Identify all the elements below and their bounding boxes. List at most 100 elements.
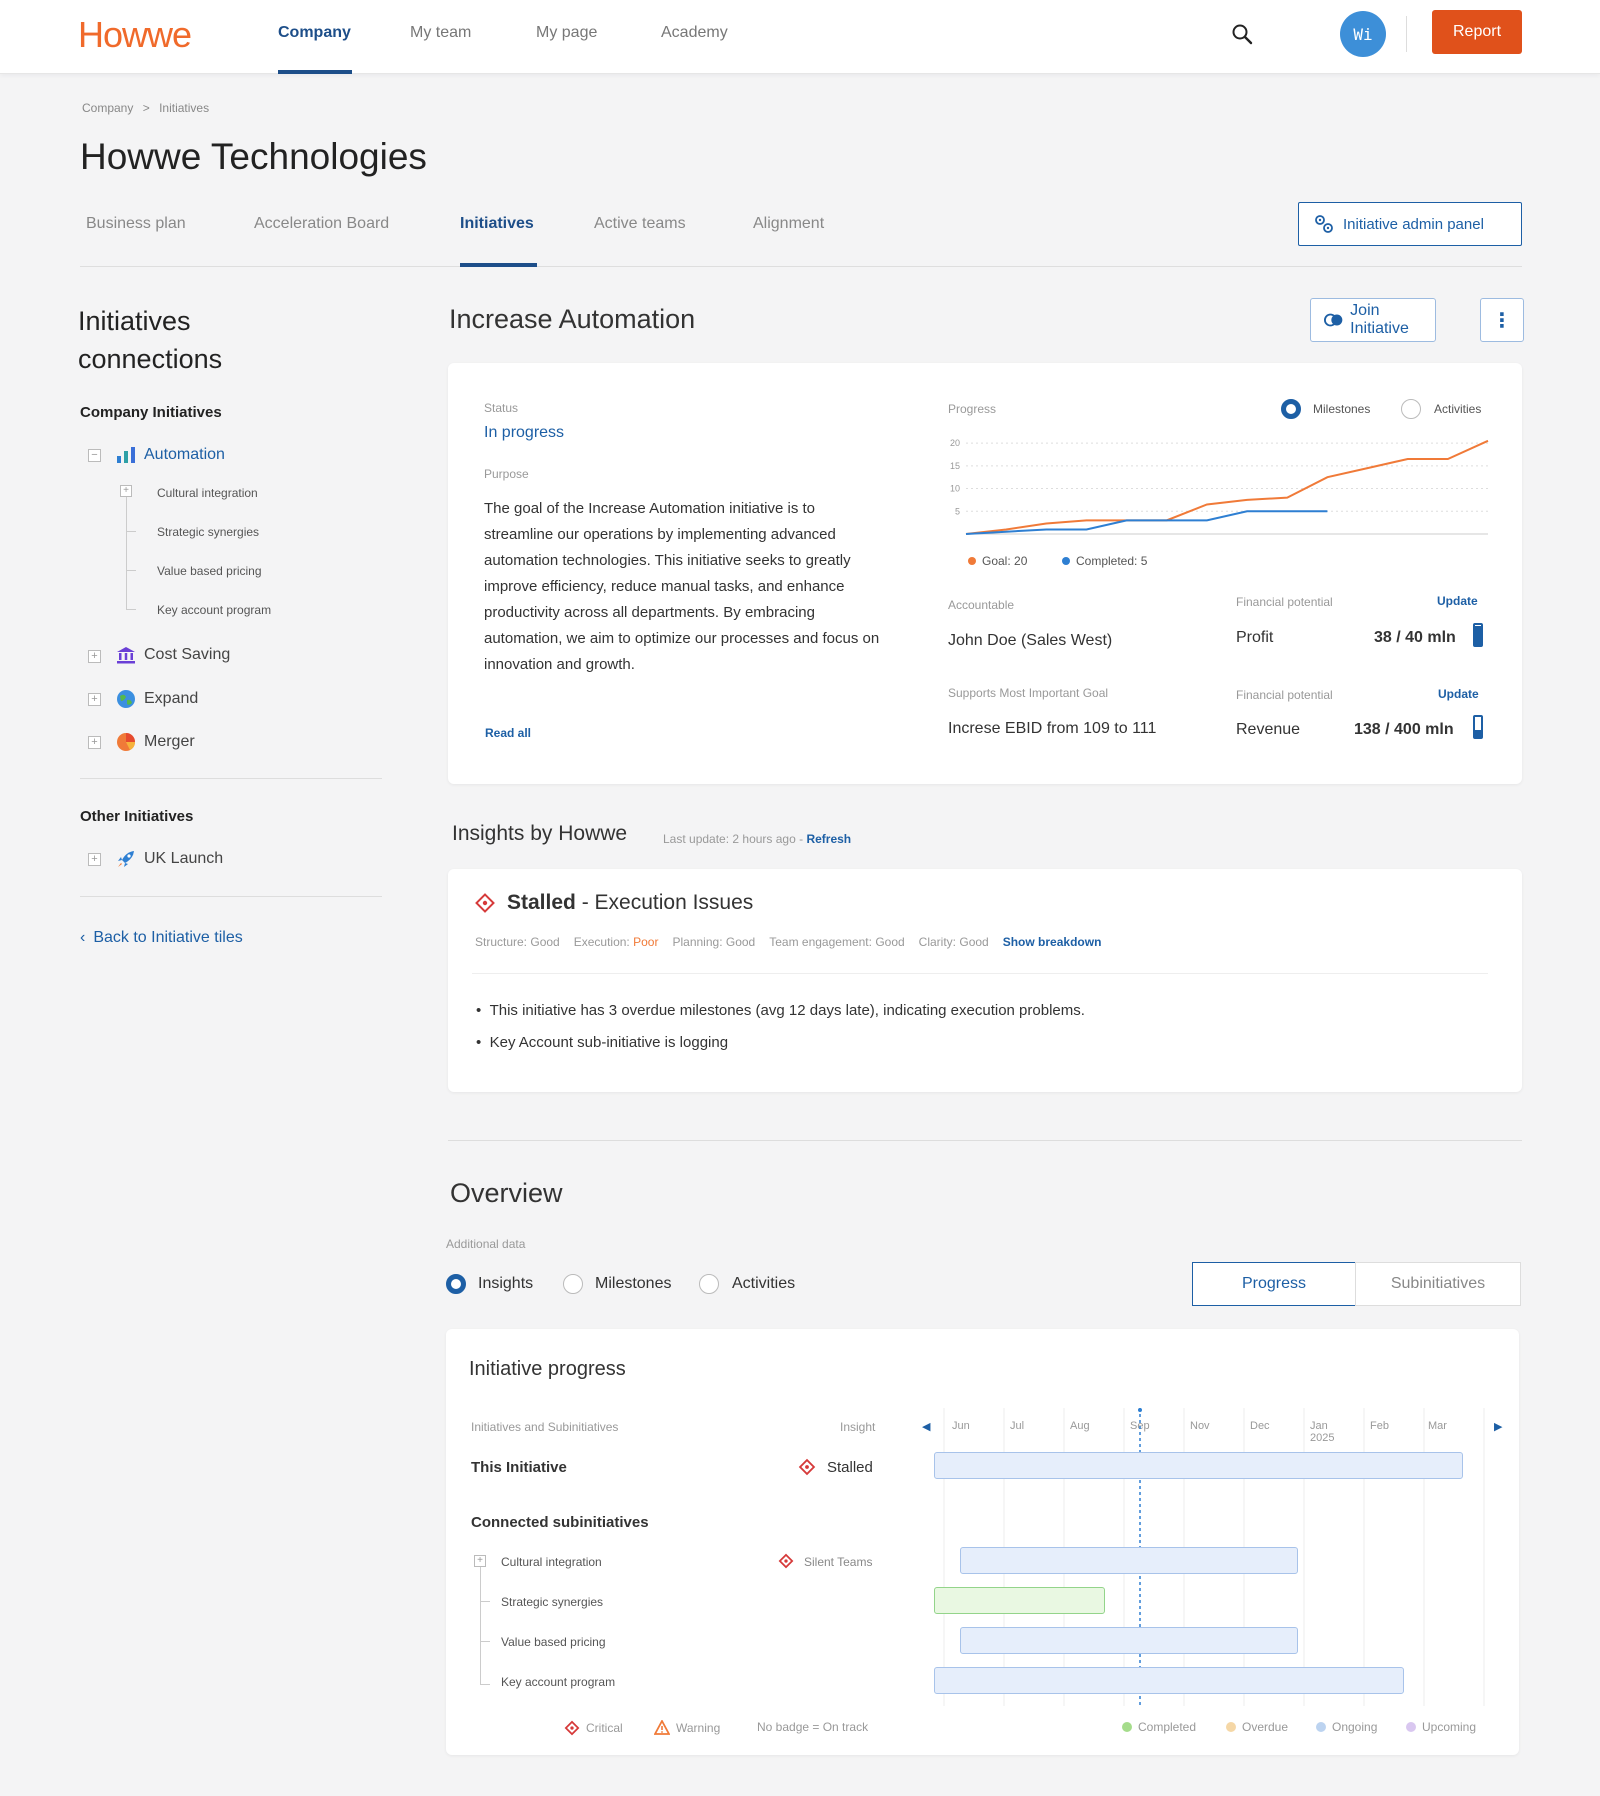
- refresh-link[interactable]: Refresh: [806, 832, 851, 846]
- tree-toggle-merger[interactable]: +: [88, 736, 101, 749]
- critical-diamond-icon: [475, 893, 495, 913]
- sidebar-title: Initiatives connections: [78, 302, 222, 378]
- revenue-progress-fill: [1475, 730, 1481, 737]
- breadcrumb-separator: >: [142, 101, 150, 115]
- sidebar-item-merger[interactable]: Merger: [116, 732, 195, 752]
- profit-value: 38 / 40 mln: [1374, 629, 1456, 646]
- breadcrumb-company[interactable]: Company: [82, 101, 133, 115]
- sidebar-title-line2: connections: [78, 344, 223, 374]
- milestones-overview-label: Milestones: [595, 1275, 672, 1292]
- gantt-bar-value-based-pricing[interactable]: [960, 1627, 1298, 1654]
- update-profit-link[interactable]: Update: [1437, 594, 1478, 608]
- tab-active-teams[interactable]: Active teams: [594, 215, 686, 233]
- report-button[interactable]: Report: [1432, 10, 1522, 54]
- search-icon[interactable]: [1230, 22, 1254, 46]
- purpose-label: Purpose: [484, 467, 529, 481]
- legend-completed-label: Completed: [1138, 1720, 1197, 1734]
- warning-triangle-icon: [654, 1720, 670, 1735]
- connected-subinitiatives-label: Connected subinitiatives: [471, 1514, 649, 1531]
- activities-radio[interactable]: [1401, 399, 1421, 419]
- nav-academy[interactable]: Academy: [661, 24, 728, 42]
- gantt-row-value-based-pricing[interactable]: Value based pricing: [501, 1635, 606, 1649]
- read-all-link[interactable]: Read all: [485, 726, 531, 740]
- initiative-title: Increase Automation: [449, 304, 696, 334]
- bank-icon: [117, 647, 135, 664]
- nav-company[interactable]: Company: [278, 24, 351, 42]
- segment-progress[interactable]: Progress: [1192, 1262, 1356, 1306]
- sidebar-divider: [80, 896, 382, 897]
- back-to-initiative-tiles-link[interactable]: ‹ Back to Initiative tiles: [80, 929, 243, 947]
- sidebar-subitem-strategic-synergies[interactable]: Strategic synergies: [157, 525, 259, 539]
- status-label: Status: [484, 401, 519, 415]
- timeline-prev-icon[interactable]: ◀: [922, 1420, 930, 1433]
- progress-line-chart: 5 10 15 20: [950, 438, 1489, 535]
- gantt-bar-key-account-program[interactable]: [934, 1667, 1404, 1694]
- admin-button-label: Initiative admin panel: [1343, 215, 1484, 233]
- gantt-row-cultural-integration[interactable]: Cultural integration: [501, 1555, 602, 1569]
- sidebar-subitem-cultural-integration[interactable]: Cultural integration: [157, 486, 258, 500]
- financial-potential-label: Financial potential: [1236, 688, 1333, 702]
- nav-my-page[interactable]: My page: [536, 24, 597, 42]
- tab-acceleration-board[interactable]: Acceleration Board: [254, 215, 389, 233]
- initiative-admin-panel-button[interactable]: Initiative admin panel: [1298, 202, 1522, 246]
- tab-initiatives[interactable]: Initiatives: [460, 215, 534, 233]
- gantt-row-key-account-program[interactable]: Key account program: [501, 1675, 615, 1689]
- metric-value: Good: [959, 935, 989, 949]
- tree-toggle-expand[interactable]: +: [88, 693, 101, 706]
- gantt-bar-this-initiative[interactable]: [934, 1452, 1463, 1479]
- sidebar-item-uk-launch[interactable]: UK Launch: [116, 849, 223, 869]
- legend-no-badge: No badge = On track: [757, 1720, 868, 1734]
- tab-business-plan[interactable]: Business plan: [86, 215, 186, 233]
- col-initiatives-header: Initiatives and Subinitiatives: [471, 1420, 619, 1434]
- insight-subtitle: - Execution Issues: [581, 891, 754, 914]
- goal-label: Supports Most Important Goal: [948, 686, 1109, 700]
- sidebar-item-automation[interactable]: Automation: [116, 446, 225, 464]
- activities-overview-radio[interactable]: [699, 1274, 719, 1294]
- milestones-radio[interactable]: [1281, 399, 1301, 419]
- gantt-title: Initiative progress: [469, 1358, 626, 1380]
- user-avatar[interactable]: Wi: [1340, 11, 1386, 57]
- sidebar-item-cost-saving[interactable]: Cost Saving: [116, 646, 230, 664]
- other-initiatives-heading: Other Initiatives: [80, 808, 194, 825]
- nav-active-indicator: [278, 70, 352, 74]
- join-button-label: Join Initiative: [1350, 302, 1409, 337]
- legend-ongoing-label: Ongoing: [1332, 1720, 1378, 1734]
- update-revenue-link[interactable]: Update: [1438, 687, 1479, 701]
- more-options-button[interactable]: ⋮: [1480, 298, 1524, 342]
- howwe-logo[interactable]: Howwe: [78, 14, 192, 56]
- today-marker: [1138, 1408, 1142, 1412]
- tree-toggle-cost-saving[interactable]: +: [88, 650, 101, 663]
- company-initiatives-heading: Company Initiatives: [80, 404, 222, 421]
- join-initiative-button[interactable]: Join Initiative: [1310, 298, 1436, 342]
- sidebar-subitem-key-account-program[interactable]: Key account program: [157, 603, 271, 617]
- nav-my-team[interactable]: My team: [410, 24, 471, 42]
- sidebar-item-expand[interactable]: Expand: [116, 689, 198, 709]
- segment-subinitiatives[interactable]: Subinitiatives: [1355, 1262, 1521, 1306]
- insights-radio[interactable]: [446, 1274, 466, 1294]
- sidebar-item-label: Merger: [144, 733, 195, 750]
- gantt-bar-strategic-synergies[interactable]: [934, 1587, 1105, 1614]
- tree-toggle-uk-launch[interactable]: +: [88, 853, 101, 866]
- gantt-row-insight: Silent Teams: [804, 1555, 873, 1569]
- metric-label: Execution:: [573, 935, 630, 949]
- join-icon: [1324, 313, 1343, 327]
- metric-value: Good: [725, 935, 756, 949]
- milestones-overview-radio[interactable]: [563, 1274, 583, 1294]
- chart-legend-goal: Goal: 20: [968, 554, 1027, 568]
- chart-legend-completed: Completed: 5: [1062, 554, 1147, 568]
- tree-toggle-automation[interactable]: −: [88, 449, 101, 462]
- sidebar-subitem-value-based-pricing[interactable]: Value based pricing: [157, 564, 262, 578]
- gantt-bar-cultural-integration[interactable]: [960, 1547, 1298, 1574]
- y-tick-label: 20: [950, 438, 960, 448]
- timeline-next-icon[interactable]: ▶: [1494, 1420, 1502, 1433]
- tab-active-indicator: [460, 263, 537, 267]
- show-breakdown-link[interactable]: Show breakdown: [1003, 935, 1102, 949]
- tree-toggle-cultural-integration[interactable]: +: [120, 485, 132, 497]
- insight-headline: Stalled - Execution Issues: [507, 891, 753, 915]
- tab-alignment[interactable]: Alignment: [753, 215, 824, 233]
- y-tick-label: 15: [950, 461, 960, 471]
- section-divider: [448, 1140, 1522, 1141]
- insight-status: Stalled: [507, 891, 576, 914]
- gantt-row-strategic-synergies[interactable]: Strategic synergies: [501, 1595, 603, 1609]
- tree-toggle-cultural-integration[interactable]: +: [474, 1555, 486, 1567]
